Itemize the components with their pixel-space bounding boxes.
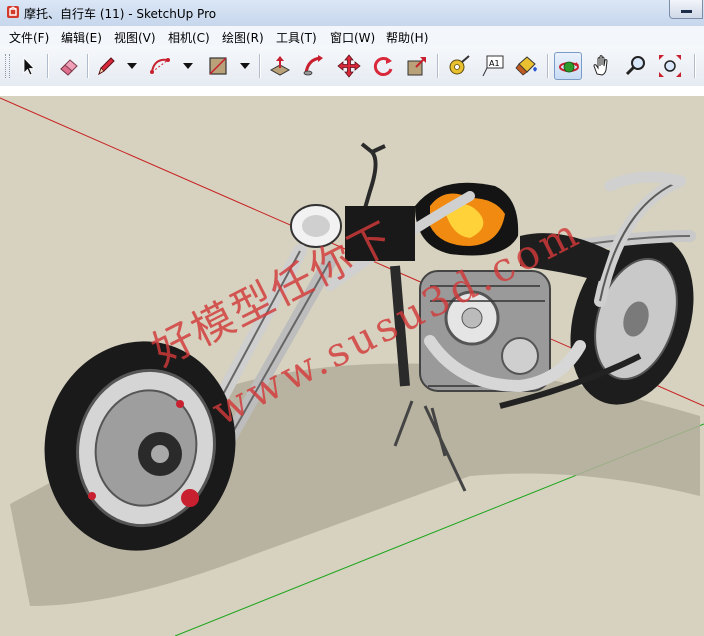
arc-icon [150, 58, 170, 74]
line-tools-dropdown[interactable] [126, 60, 138, 72]
dropdown-arrow-icon [183, 63, 193, 69]
toolbar-separator [259, 54, 260, 78]
arc-tool-button[interactable] [146, 52, 174, 80]
menu-view[interactable]: 视图(V) [114, 29, 156, 46]
rectangle-icon [209, 57, 227, 75]
tape-measure-tool-button[interactable] [445, 52, 473, 80]
text-tool-label: A1 [489, 59, 500, 68]
paint-bucket-icon [515, 56, 537, 76]
eraser-icon [60, 59, 78, 76]
menu-bar: 文件(F) 编辑(E) 视图(V) 相机(C) 绘图(R) 工具(T) 窗口(W… [0, 26, 704, 46]
menu-camera[interactable]: 相机(C) [168, 29, 210, 46]
rectangle-tool-button[interactable] [204, 52, 232, 80]
zoom-icon [625, 56, 645, 76]
toolbar-separator [437, 54, 438, 78]
select-arrow-icon [23, 57, 35, 76]
follow-me-tool-button[interactable] [300, 52, 328, 80]
menu-help[interactable]: 帮助(H) [386, 29, 428, 46]
menu-draw[interactable]: 绘图(R) [222, 29, 264, 46]
dropdown-arrow-icon [240, 63, 250, 69]
menu-edit[interactable]: 编辑(E) [61, 29, 102, 46]
dropdown-arrow-icon [127, 63, 137, 69]
toolbar-separator [547, 54, 548, 78]
push-pull-icon [269, 56, 291, 76]
zoom-extents-tool-button[interactable] [656, 52, 684, 80]
zoom-extents-icon [659, 55, 681, 77]
title-bar: 摩托、自行车 (11) - SketchUp Pro [0, 0, 704, 27]
minimize-button[interactable] [669, 0, 703, 19]
toolbar-grip[interactable] [5, 54, 10, 78]
model-viewport[interactable]: 好模型任你下 www.susu3d.com [0, 86, 704, 636]
menu-tools[interactable]: 工具(T) [276, 29, 317, 46]
push-pull-tool-button[interactable] [266, 52, 294, 80]
pan-tool-button[interactable] [588, 52, 616, 80]
toolbar-separator [87, 54, 88, 78]
sketchup-app-icon[interactable] [6, 5, 20, 19]
menu-file[interactable]: 文件(F) [9, 29, 49, 46]
tape-measure-icon [449, 55, 470, 75]
line-tool-button[interactable] [92, 52, 120, 80]
shape-tools-dropdown[interactable] [239, 60, 251, 72]
scale-icon [407, 57, 426, 76]
text-tool-button[interactable]: A1 [479, 52, 507, 80]
arc-tools-dropdown[interactable] [182, 60, 194, 72]
orbit-tool-button[interactable] [554, 52, 582, 80]
main-toolbar: A1 [0, 46, 704, 87]
menu-window[interactable]: 窗口(W) [330, 29, 375, 46]
orbit-icon [559, 61, 579, 73]
eraser-tool-button[interactable] [55, 52, 83, 80]
scale-tool-button[interactable] [403, 52, 431, 80]
rotate-tool-button[interactable] [369, 52, 397, 80]
toolbar-separator [694, 54, 695, 78]
rotate-icon [373, 57, 393, 76]
pencil-line-icon [98, 57, 115, 76]
follow-me-icon [303, 55, 323, 76]
paint-bucket-tool-button[interactable] [513, 52, 541, 80]
pan-icon [593, 55, 608, 76]
zoom-tool-button[interactable] [622, 52, 650, 80]
text-icon: A1 [482, 55, 504, 77]
toolbar-separator [47, 54, 48, 78]
select-tool-button[interactable] [14, 52, 42, 80]
minimize-icon [681, 10, 692, 13]
move-icon [337, 54, 361, 78]
move-tool-button[interactable] [335, 52, 363, 80]
window-title: 摩托、自行车 (11) - SketchUp Pro [24, 7, 217, 21]
